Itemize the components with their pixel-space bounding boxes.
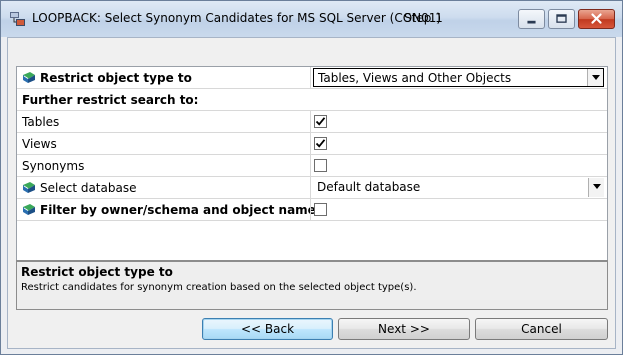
row-further-restrict-header: Further restrict search to: bbox=[17, 89, 607, 111]
close-button[interactable] bbox=[578, 9, 615, 29]
filter-owner-label: Filter by owner/schema and object name bbox=[40, 203, 316, 217]
database-app-icon bbox=[9, 10, 27, 28]
object-type-value: Tables, Views and Other Objects bbox=[318, 71, 512, 85]
tables-label: Tables bbox=[22, 115, 60, 129]
book-icon bbox=[21, 180, 37, 196]
row-synonyms: Synonyms bbox=[17, 155, 607, 177]
column-divider bbox=[310, 177, 311, 198]
book-icon bbox=[21, 70, 37, 86]
description-panel: Restrict object type to Restrict candida… bbox=[16, 260, 608, 310]
book-icon bbox=[21, 202, 37, 218]
row-tables: Tables bbox=[17, 111, 607, 133]
select-database-label: Select database bbox=[40, 181, 137, 195]
checkmark-icon bbox=[315, 139, 326, 148]
back-button[interactable]: << Back bbox=[202, 318, 333, 340]
further-restrict-header: Further restrict search to: bbox=[22, 93, 199, 107]
column-divider bbox=[310, 67, 311, 88]
chevron-down-icon[interactable] bbox=[588, 178, 604, 197]
database-value: Default database bbox=[317, 180, 421, 194]
filter-owner-checkbox[interactable] bbox=[314, 203, 327, 216]
checkmark-icon bbox=[315, 117, 326, 126]
window-title: LOOPBACK: Select Synonym Candidates for … bbox=[32, 11, 442, 25]
column-divider bbox=[310, 155, 311, 176]
row-views: Views bbox=[17, 133, 607, 155]
wizard-client-area: Restrict object type to Tables, Views an… bbox=[7, 37, 616, 349]
column-divider bbox=[310, 199, 311, 220]
wizard-window: LOOPBACK: Select Synonym Candidates for … bbox=[0, 0, 623, 355]
cancel-button[interactable]: Cancel bbox=[475, 318, 608, 340]
restrict-object-type-label: Restrict object type to bbox=[40, 71, 192, 85]
step-indicator: Step 1 bbox=[404, 11, 443, 25]
row-filter-owner: Filter by owner/schema and object name bbox=[17, 199, 607, 221]
views-label: Views bbox=[22, 137, 57, 151]
row-restrict-object-type: Restrict object type to Tables, Views an… bbox=[17, 67, 607, 89]
description-title: Restrict object type to bbox=[21, 265, 173, 279]
minimize-icon bbox=[527, 20, 536, 24]
minimize-button[interactable] bbox=[518, 9, 545, 29]
object-type-dropdown[interactable]: Tables, Views and Other Objects bbox=[313, 68, 604, 87]
column-divider bbox=[310, 133, 311, 154]
row-select-database: Select database Default database bbox=[17, 177, 607, 199]
maximize-icon bbox=[556, 14, 567, 23]
maximize-button[interactable] bbox=[548, 9, 575, 29]
property-grid: Restrict object type to Tables, Views an… bbox=[16, 66, 608, 290]
title-bar[interactable]: LOOPBACK: Select Synonym Candidates for … bbox=[1, 1, 622, 37]
description-text: Restrict candidates for synonym creation… bbox=[21, 282, 417, 293]
tables-checkbox[interactable] bbox=[314, 115, 327, 128]
chevron-down-icon[interactable] bbox=[587, 69, 603, 86]
synonyms-label: Synonyms bbox=[22, 159, 85, 173]
views-checkbox[interactable] bbox=[314, 137, 327, 150]
column-divider bbox=[310, 111, 311, 132]
database-dropdown[interactable]: Default database bbox=[313, 178, 604, 197]
next-button[interactable]: Next >> bbox=[338, 318, 470, 340]
close-icon bbox=[591, 13, 602, 24]
synonyms-checkbox[interactable] bbox=[314, 159, 327, 172]
